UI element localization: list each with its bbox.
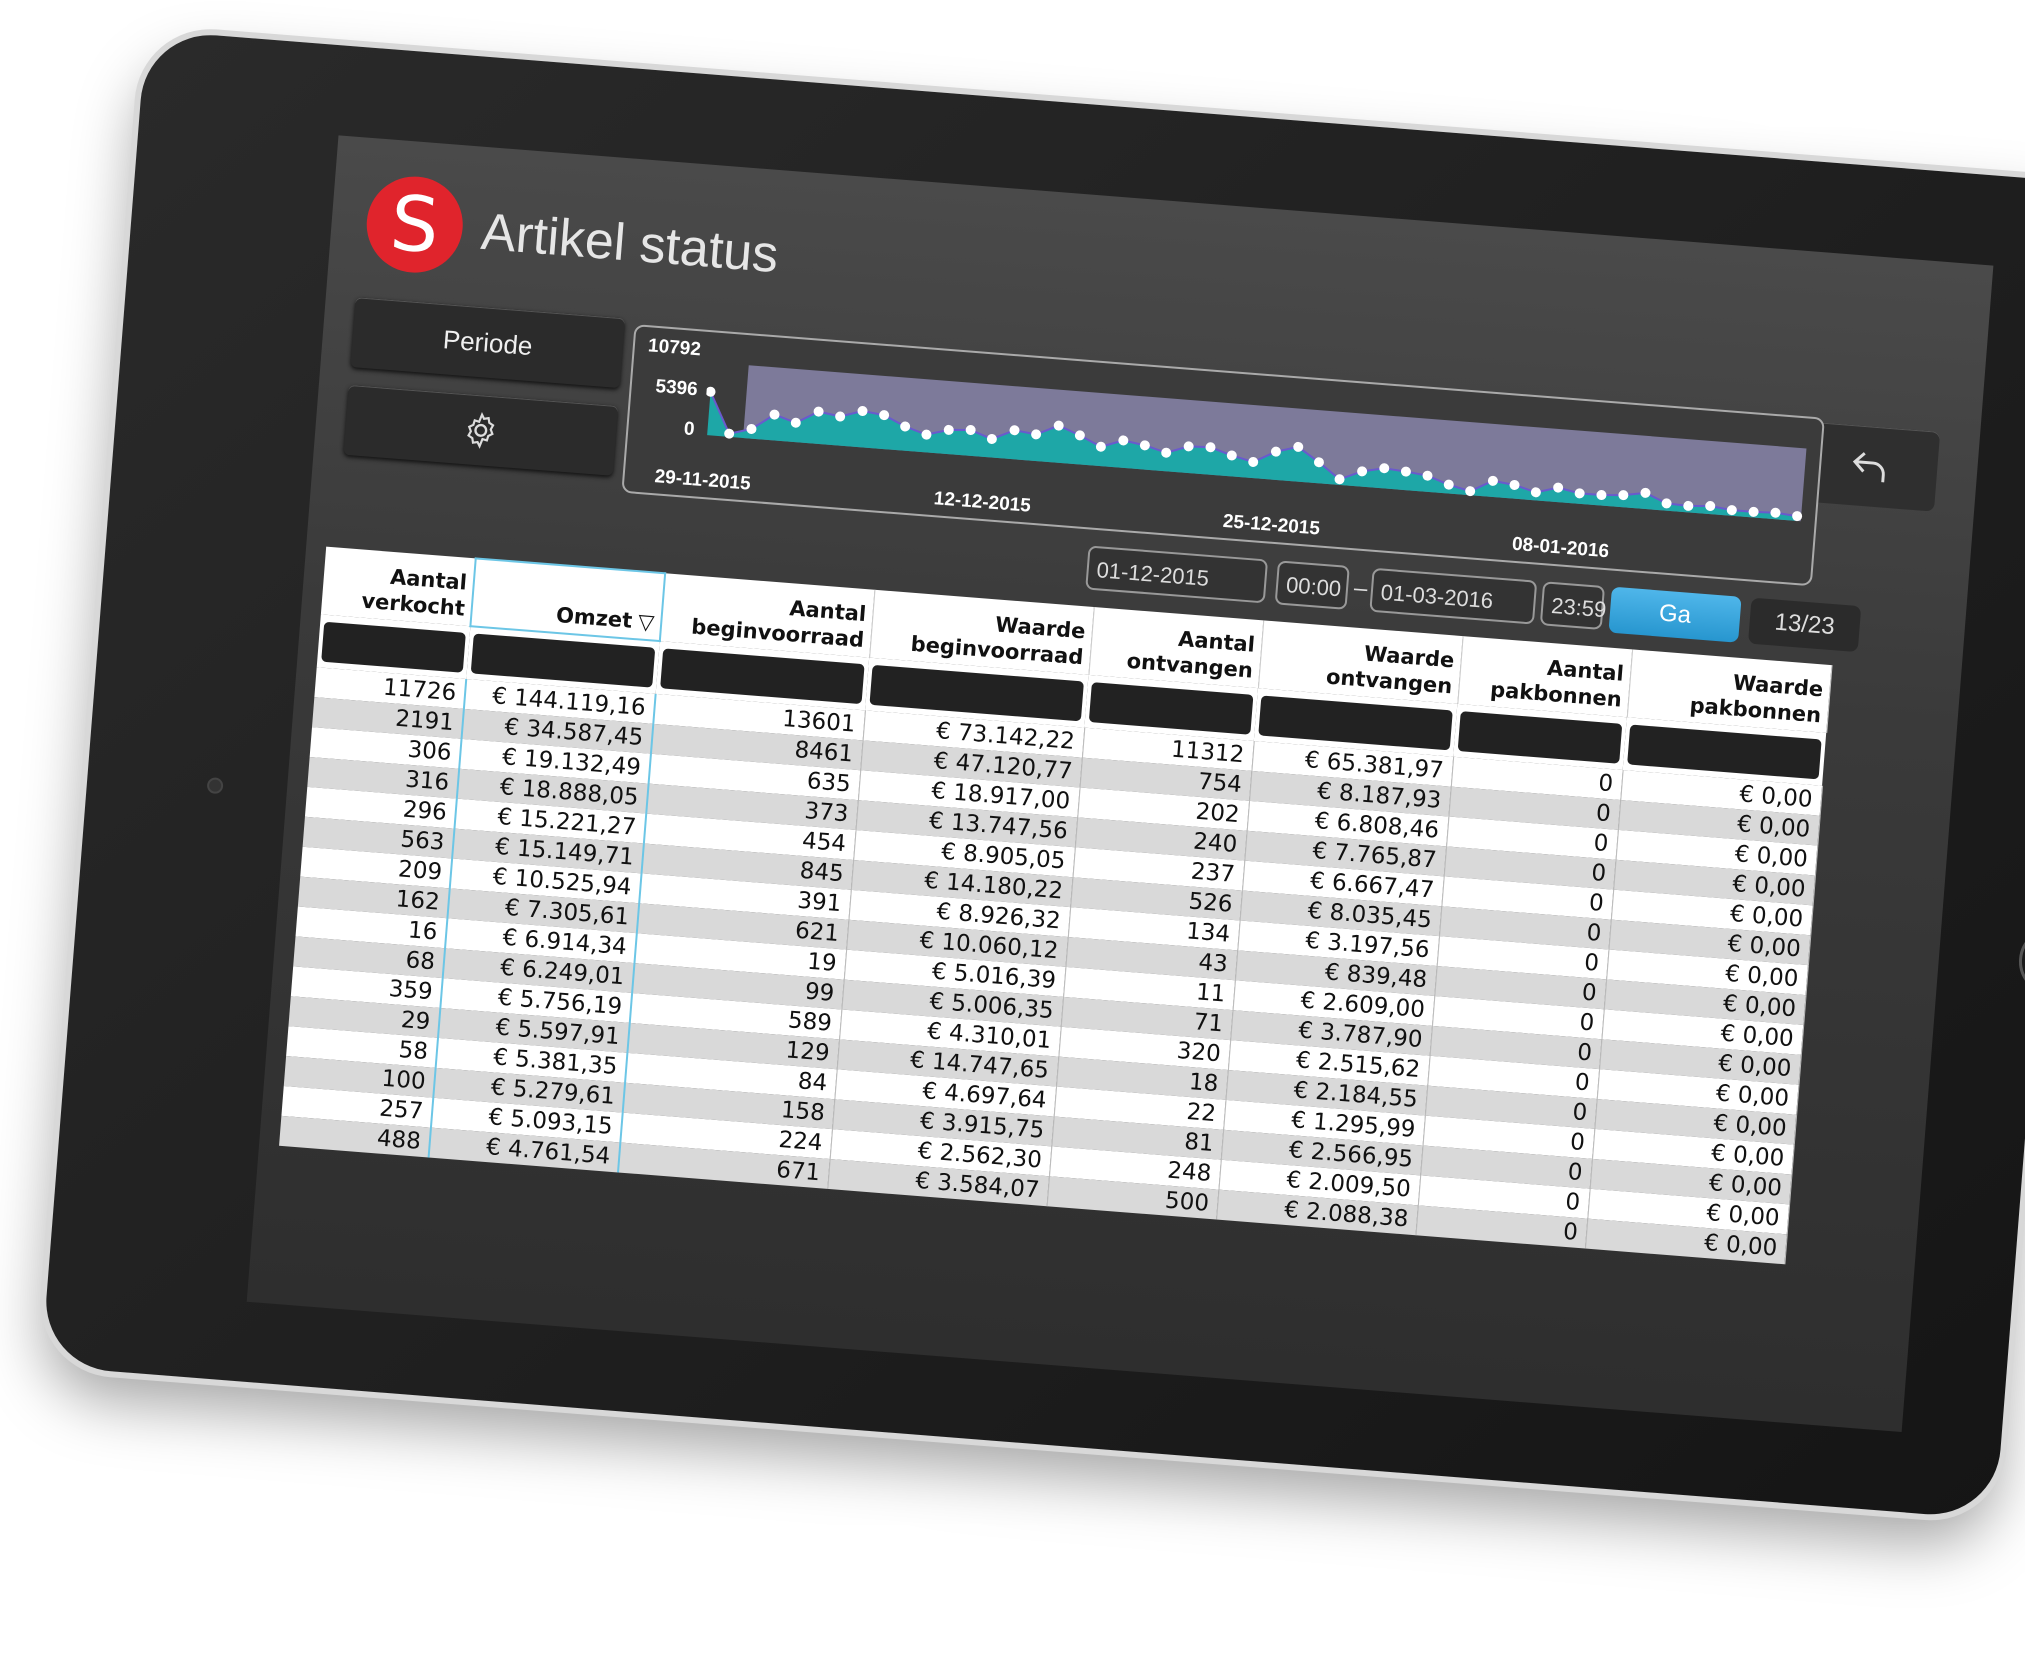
- to-time-input[interactable]: 23:59: [1539, 581, 1607, 630]
- periode-button[interactable]: Periode: [350, 297, 626, 389]
- column-filter-input[interactable]: [321, 621, 466, 673]
- column-filter-input[interactable]: [660, 647, 865, 704]
- column-filter-input[interactable]: [1457, 710, 1623, 764]
- undo-icon[interactable]: [1846, 443, 1893, 490]
- y-tick-label: 10792: [647, 335, 702, 361]
- from-time-input[interactable]: 00:00: [1274, 560, 1350, 610]
- page-counter: 13/23: [1747, 597, 1862, 653]
- column-filter-input[interactable]: [470, 633, 656, 688]
- sort-descending-icon[interactable]: ▽: [637, 608, 655, 635]
- date-separator: –: [1353, 574, 1369, 603]
- settings-button[interactable]: [343, 384, 619, 476]
- sales-chart[interactable]: 10792 5396 0 29-11-2015 12-12-2015 25-12…: [621, 324, 1825, 587]
- column-header[interactable]: Aantal verkocht: [320, 546, 476, 627]
- column-filter-input[interactable]: [1258, 694, 1453, 750]
- x-tick-label: 29-11-2015: [653, 466, 752, 495]
- chart-point[interactable]: [705, 386, 716, 397]
- camera-icon: [206, 777, 224, 795]
- column-header-line1: Aantal: [389, 564, 468, 595]
- column-header-line1: Aantal: [1177, 626, 1256, 657]
- column-header-line2: Omzet: [555, 602, 634, 633]
- gear-icon: [467, 411, 495, 449]
- column-header-line1: [655, 585, 657, 609]
- tablet-device: S Artikel status Periode 10792 5396 0 29…: [41, 29, 2025, 1520]
- from-date-input[interactable]: 01-12-2015: [1085, 545, 1269, 604]
- x-tick-label: 25-12-2015: [1222, 510, 1321, 540]
- x-tick-label: 12-12-2015: [933, 488, 1032, 517]
- app-logo: S: [363, 172, 467, 277]
- to-date-input[interactable]: 01-03-2016: [1369, 567, 1538, 625]
- go-button[interactable]: Ga: [1608, 586, 1742, 643]
- y-tick-label: 5396: [654, 376, 699, 401]
- periode-label: Periode: [441, 324, 534, 362]
- article-table: Aantal verkocht Omzet ▽ Aantal beginvoorraad W…: [279, 546, 1961, 1275]
- column-filter-input[interactable]: [1627, 723, 1822, 779]
- column-header-line1: Aantal: [788, 596, 868, 627]
- column-filter-input[interactable]: [1088, 681, 1254, 735]
- column-header-line1: Aantal: [1546, 655, 1625, 686]
- home-button[interactable]: [2016, 924, 2025, 998]
- x-tick-label: 08-01-2016: [1511, 533, 1610, 563]
- y-tick-label: 0: [683, 418, 696, 441]
- app-screen: S Artikel status Periode 10792 5396 0 29…: [246, 135, 1994, 1432]
- page-title: Artikel status: [479, 202, 781, 285]
